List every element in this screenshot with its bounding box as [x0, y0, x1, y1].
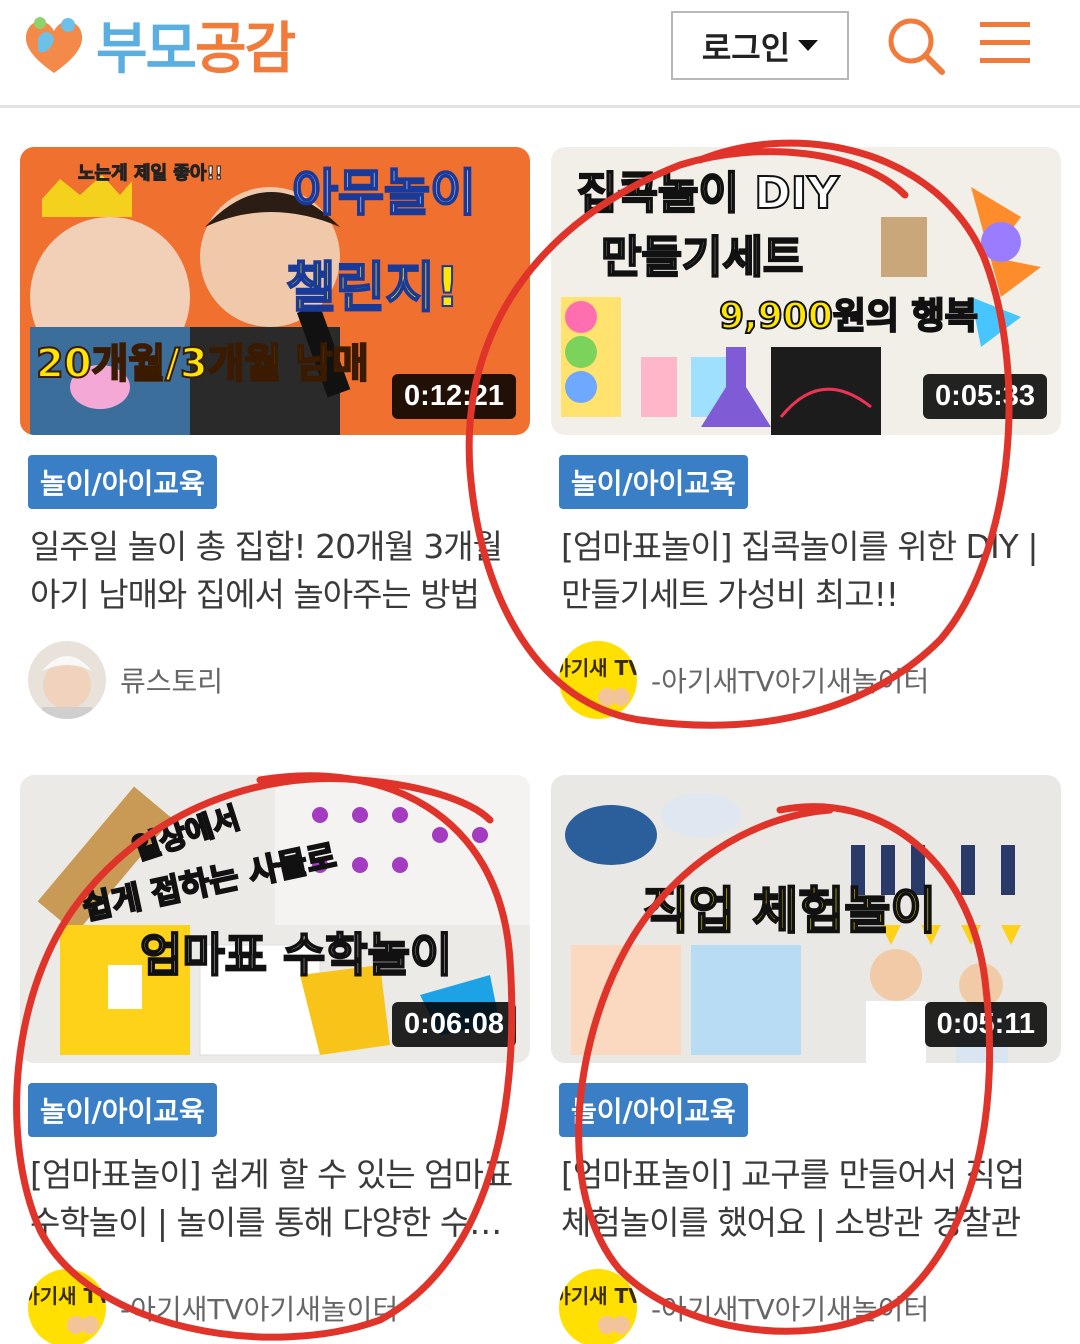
- channel-name[interactable]: -아기새TV아기새놀이터: [651, 1288, 929, 1328]
- channel-avatar[interactable]: 아기새 TV: [559, 1269, 637, 1344]
- login-label: 로그인: [701, 28, 791, 67]
- video-duration: 0:12:21: [392, 374, 516, 419]
- app-header: 부모 공감 로그인: [0, 0, 1080, 108]
- channel-info[interactable]: 류스토리: [28, 641, 530, 719]
- thumbnail-caption: 엄마표 수학놀이: [139, 927, 453, 983]
- caret-down-icon: [798, 40, 819, 51]
- video-thumbnail[interactable]: 일상에서 쉽게 접하는 사물로 엄마표 수학놀이 0:06:08: [20, 775, 530, 1063]
- thumbnail-caption: 만들기세트: [600, 231, 804, 284]
- video-card[interactable]: 직업 체험놀이 0:05:11 놀이/아이교육 [엄마표놀이] 교구를 만들어서…: [551, 775, 1061, 1344]
- search-icon[interactable]: [886, 16, 946, 76]
- avatar-text: 아기새 TV: [559, 1284, 637, 1308]
- channel-avatar[interactable]: [28, 641, 106, 719]
- video-card[interactable]: 일상에서 쉽게 접하는 사물로 엄마표 수학놀이 0:06:08 놀이/아이교육…: [20, 775, 530, 1344]
- thumbnail-caption: 직업 체험놀이: [642, 881, 937, 941]
- video-card[interactable]: 집콕놀이 DIY 만들기세트 9,900원의 행복 0:05:33 놀이/아이교…: [551, 147, 1061, 719]
- video-title[interactable]: [엄마표놀이] 쉽게 할 수 있는 엄마표 수학놀이 | 놀이를 통해 다양한 …: [30, 1151, 520, 1247]
- logo-text: 부모 공감: [96, 4, 296, 85]
- avatar-text: 아기새 TV: [28, 1284, 106, 1308]
- thumbnail-caption: 노는게 제일 좋아!!: [78, 163, 224, 185]
- video-thumbnail[interactable]: 직업 체험놀이 0:05:11: [551, 775, 1061, 1063]
- channel-avatar[interactable]: 아기새 TV: [28, 1269, 106, 1344]
- channel-info[interactable]: 아기새 TV -아기새TV아기새놀이터: [559, 1269, 1061, 1344]
- video-duration: 0:05:33: [923, 374, 1047, 419]
- video-card[interactable]: 노는게 제일 좋아!! 아무놀이 챌린지! 20개월/3개월 남매 0:12:2…: [20, 147, 530, 719]
- video-thumbnail[interactable]: 노는게 제일 좋아!! 아무놀이 챌린지! 20개월/3개월 남매 0:12:2…: [20, 147, 530, 435]
- video-title[interactable]: 일주일 놀이 총 집합! 20개월 3개월 아기 남매와 집에서 놀아주는 방법: [30, 523, 520, 619]
- thumbnail-caption: 9,900원의 행복: [718, 295, 979, 338]
- logo[interactable]: 부모 공감: [18, 4, 296, 85]
- logo-text-empathy: 공감: [195, 17, 296, 82]
- video-title[interactable]: [엄마표놀이] 집콕놀이를 위한 DIY | 만들기세트 가성비 최고!!: [561, 523, 1051, 619]
- video-duration: 0:05:11: [924, 1002, 1047, 1047]
- category-badge[interactable]: 놀이/아이교육: [559, 1083, 748, 1137]
- login-dropdown-button[interactable]: 로그인: [671, 11, 849, 80]
- logo-text-parents: 부모: [96, 17, 197, 82]
- category-badge[interactable]: 놀이/아이교육: [559, 455, 748, 509]
- thumbnail-caption: 아무놀이: [291, 163, 477, 223]
- thumbnail-caption: 챌린지!: [285, 255, 461, 320]
- video-duration: 0:06:08: [392, 1002, 516, 1047]
- thumbnail-caption: 20개월/3개월 남매: [35, 340, 370, 388]
- video-thumbnail[interactable]: 집콕놀이 DIY 만들기세트 9,900원의 행복 0:05:33: [551, 147, 1061, 435]
- channel-info[interactable]: 아기새 TV -아기새TV아기새놀이터: [559, 641, 1061, 719]
- channel-name[interactable]: -아기새TV아기새놀이터: [651, 660, 929, 700]
- channel-avatar[interactable]: 아기새 TV: [559, 641, 637, 719]
- channel-info[interactable]: 아기새 TV -아기새TV아기새놀이터: [28, 1269, 530, 1344]
- channel-name[interactable]: 류스토리: [120, 660, 223, 700]
- thumbnail-caption: 집콕놀이 DIY: [576, 167, 840, 220]
- channel-name[interactable]: -아기새TV아기새놀이터: [120, 1288, 398, 1328]
- category-badge[interactable]: 놀이/아이교육: [28, 1083, 217, 1137]
- logo-heart-icon: [18, 9, 90, 81]
- avatar-text: 아기새 TV: [559, 656, 637, 680]
- category-badge[interactable]: 놀이/아이교육: [28, 455, 217, 509]
- video-title[interactable]: [엄마표놀이] 교구를 만들어서 직업체험놀이를 했어요 | 소방관 경찰관: [561, 1151, 1051, 1247]
- hamburger-menu-icon[interactable]: [978, 18, 1032, 68]
